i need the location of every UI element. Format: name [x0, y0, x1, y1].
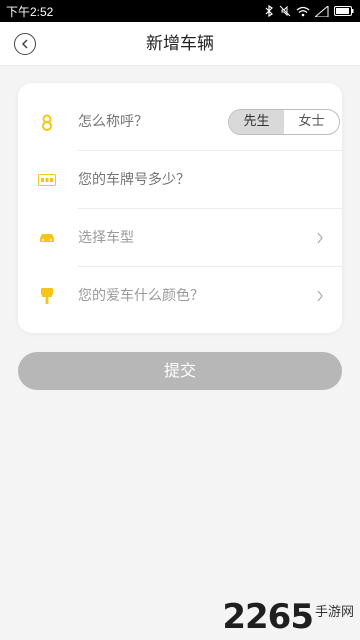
name-input[interactable] — [78, 93, 218, 151]
status-bar: 下午2:52 — [0, 0, 360, 22]
gender-option-male[interactable]: 先生 — [229, 110, 284, 134]
plate-row — [18, 151, 342, 209]
plate-input[interactable] — [78, 151, 318, 209]
nav-header: 新增车辆 — [0, 22, 360, 66]
color-label: 您的爱车什么颜色？ — [78, 288, 204, 304]
status-icons — [265, 5, 354, 17]
gender-toggle: 先生 女士 — [228, 109, 340, 135]
vehicle-form-card: 先生 女士 选择车型 — [18, 83, 342, 333]
model-row[interactable]: 选择车型 — [18, 209, 342, 267]
wifi-icon — [296, 6, 310, 16]
person-icon — [38, 113, 56, 131]
signal-icon — [315, 5, 329, 17]
model-label: 选择车型 — [78, 230, 134, 246]
paint-brush-icon — [38, 287, 56, 305]
car-icon — [38, 229, 56, 247]
site-watermark: 2265 手游网 — [222, 600, 354, 634]
watermark-text: 手游网 — [314, 605, 354, 620]
license-plate-icon — [38, 171, 56, 189]
gender-option-female[interactable]: 女士 — [284, 110, 339, 134]
chevron-right-icon — [317, 290, 323, 302]
page-title: 新增车辆 — [146, 34, 214, 54]
chevron-right-icon — [317, 232, 323, 244]
watermark-number: 2265 — [222, 597, 314, 637]
mute-icon — [279, 5, 291, 17]
battery-icon — [334, 6, 354, 16]
color-row[interactable]: 您的爱车什么颜色？ — [18, 267, 342, 325]
name-row: 先生 女士 — [18, 93, 342, 151]
status-time: 下午2:52 — [6, 4, 54, 19]
bluetooth-icon — [265, 5, 273, 17]
submit-button[interactable]: 提交 — [18, 352, 342, 390]
